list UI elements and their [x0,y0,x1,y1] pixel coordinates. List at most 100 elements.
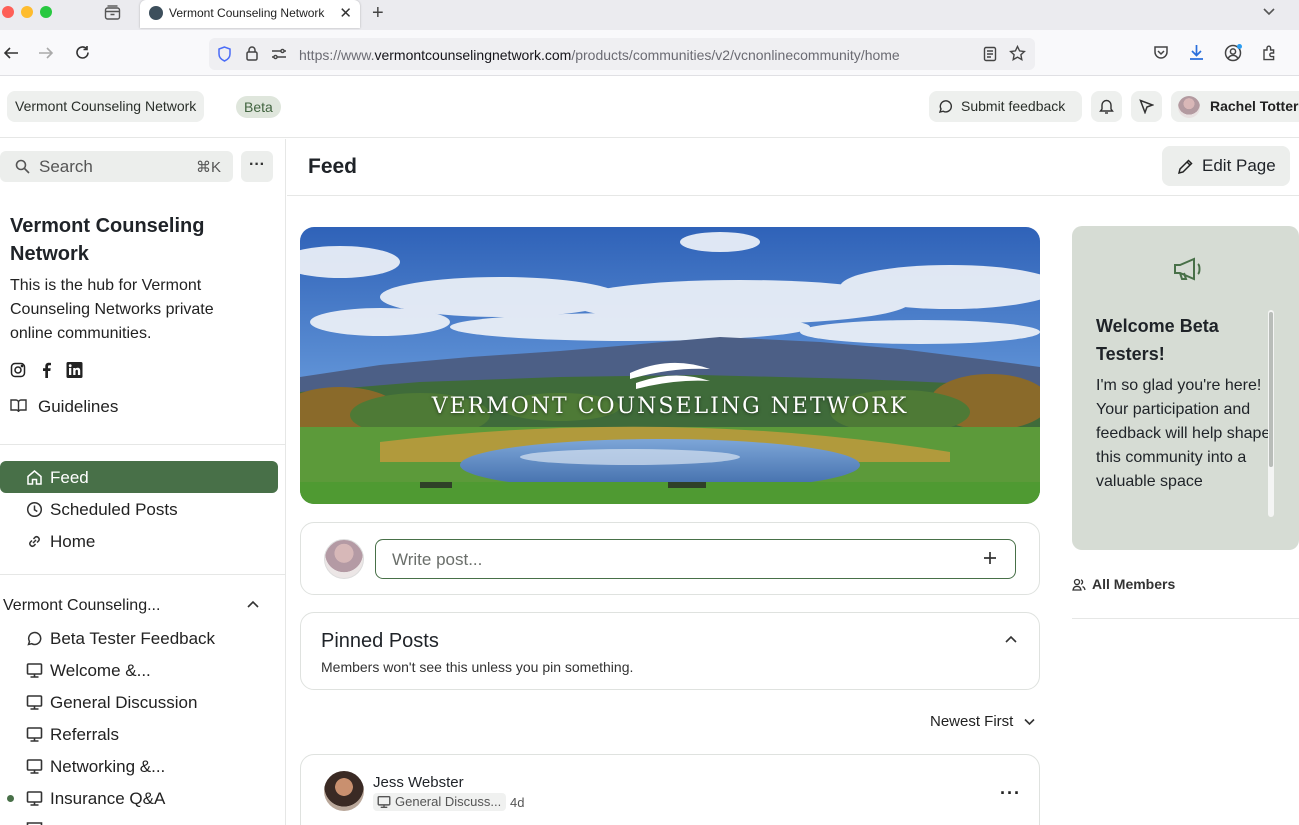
channel-label: Networking &... [50,757,166,776]
minimize-window-button[interactable] [21,6,33,18]
landscape-image [300,227,1040,504]
clock-icon [26,501,43,518]
monitor-icon [26,694,43,711]
post-channel-tag[interactable]: General Discuss... [373,793,507,811]
edit-page-label: Edit Page [1202,156,1276,175]
community-group-header[interactable]: Vermont Counseling... [0,591,278,619]
edit-page-button[interactable]: Edit Page [1162,146,1290,186]
sort-dropdown[interactable]: Newest First [927,712,1037,734]
channel-beta-tester-feedback[interactable]: Beta Tester Feedback [0,622,278,654]
bookmark-star-icon[interactable] [1009,45,1026,62]
linkedin-icon[interactable] [66,362,83,378]
welcome-panel: Welcome Beta Testers! I'm so glad you're… [1072,226,1299,550]
reader-view-icon[interactable] [983,46,997,62]
monitor-icon [26,726,43,743]
submit-feedback-button[interactable]: Submit feedback [929,91,1082,122]
sidebar-item-feed[interactable]: Feed [0,461,278,493]
notifications-button[interactable] [1091,91,1122,122]
channel-label: General Discussion [50,693,198,712]
browser-nav-bar: https://www.vermontcounselingnetwork.com… [0,30,1299,76]
instagram-icon[interactable] [10,362,26,378]
monitor-icon [26,758,43,775]
app-header: Vermont Counseling Network Beta Submit f… [0,76,1299,138]
reload-icon[interactable] [74,44,91,61]
pinned-posts-title: Pinned Posts [321,630,439,652]
scrollbar-thumb[interactable] [1269,312,1273,467]
book-icon [10,398,27,413]
chevron-down-icon [1024,718,1035,726]
forward-icon[interactable] [38,45,54,61]
all-members-link[interactable]: All Members [1072,575,1299,597]
send-button[interactable] [1131,91,1162,122]
facebook-icon[interactable] [39,362,53,378]
user-avatar [324,539,364,579]
sidebar-divider [0,574,285,575]
bell-icon [1098,98,1115,115]
account-icon[interactable] [1224,43,1243,62]
channel-label: Welcome &... [50,661,151,680]
feedback-label: Submit feedback [961,98,1066,114]
sidebar-more-button[interactable]: ··· [241,151,273,182]
zoom-window-button[interactable] [40,6,52,18]
chevron-up-icon[interactable] [1005,635,1017,645]
author-avatar[interactable] [324,771,364,811]
sidebar-item-scheduled-posts[interactable]: Scheduled Posts [0,493,278,525]
banner-title: VERMONT COUNSELING NETWORK [431,394,909,419]
tab-list-chevron-icon[interactable] [1262,4,1276,18]
guidelines-link[interactable]: Guidelines [0,395,278,419]
close-window-button[interactable] [2,6,14,18]
sidebar-item-label: Feed [50,468,89,487]
members-divider [1072,618,1299,619]
members-icon [1072,578,1086,591]
channel-label: Beta Tester Feedback [50,629,216,648]
tab-overview-icon[interactable] [104,5,121,21]
browser-tab-active[interactable]: Vermont Counseling Network ✕ [140,0,360,28]
main-content: Feed Edit Page VERMONT COUNSELING NETWOR… [287,139,1299,825]
guidelines-label: Guidelines [38,397,119,416]
lock-icon[interactable] [245,45,259,62]
channel-insurance-qa[interactable]: Insurance Q&A [0,782,278,814]
pocket-icon[interactable] [1153,45,1169,60]
channel-networking[interactable]: Networking &... [0,750,278,782]
tab-close-icon[interactable]: ✕ [339,4,352,22]
chevron-up-icon[interactable] [247,600,259,610]
write-post-input[interactable]: Write post... [375,539,1016,579]
new-tab-icon[interactable]: + [372,2,384,25]
sidebar-item-home[interactable]: Home [0,525,278,557]
search-icon [15,159,30,174]
channel-general-discussion[interactable]: General Discussion [0,686,278,718]
extensions-icon[interactable] [1261,44,1278,61]
welcome-body: I'm so glad you're here! Your participat… [1096,377,1271,490]
plus-icon[interactable] [982,550,998,566]
address-bar[interactable]: https://www.vermontcounselingnetwork.com… [209,38,1035,70]
user-menu[interactable]: Rachel Totter [1171,91,1299,122]
beta-badge: Beta [236,96,281,118]
group-title: Vermont Counseling... [3,597,161,614]
browser-tab-bar: Vermont Counseling Network ✕ + [0,0,1299,30]
monitor-icon [26,662,43,679]
post-author[interactable]: Jess Webster [373,774,464,791]
link-icon [26,533,43,550]
downloads-icon[interactable] [1188,43,1205,61]
search-input[interactable]: Search ⌘K [0,151,233,182]
back-icon[interactable] [3,45,19,61]
shield-icon[interactable] [217,46,232,62]
post-time: 4d [510,795,525,810]
tab-title: Vermont Counseling Network [169,6,325,20]
channel-referrals[interactable]: Referrals [0,718,278,750]
sort-label: Newest First [930,713,1014,730]
feedback-bubble-icon [938,99,953,114]
monitor-icon [26,790,43,807]
permissions-icon[interactable] [271,47,287,61]
monitor-icon [377,795,391,809]
megaphone-icon [1172,256,1206,282]
brand-name[interactable]: Vermont Counseling Network [7,91,205,122]
sidebar: Search ⌘K ··· Vermont Counseling Network… [0,139,286,825]
channel-welcome[interactable]: Welcome &... [0,654,278,686]
post-more-icon[interactable]: ··· [1000,783,1021,804]
channel-label: Insurance Q&A [50,789,166,808]
search-placeholder: Search [39,157,93,176]
user-name: Rachel Totter [1210,98,1299,114]
pencil-icon [1177,158,1194,175]
scrollbar-track[interactable] [1268,310,1274,517]
